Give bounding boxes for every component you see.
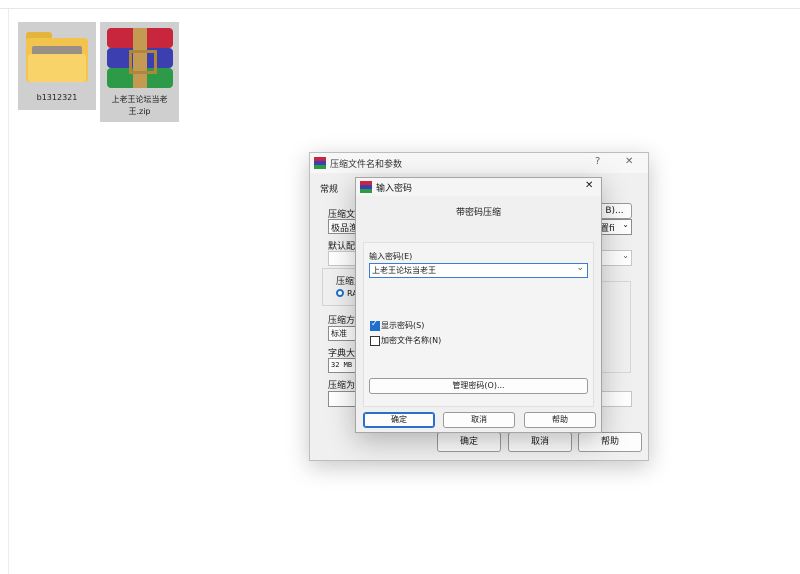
folder-name: b1312321 [36,93,78,102]
archive-window-title: 压缩文件名和参数 [330,160,403,170]
help-icon[interactable]: ? [595,156,600,167]
winrar-icon [360,181,372,193]
chevron-down-icon: ⌄ [622,220,629,229]
password-heading: 带密码压缩 [455,208,501,218]
password-dialog: 输入密码 ✕ 带密码压缩 输入密码(E) 上老王论坛当老王 ⌄ ✓ 显示密码(S… [355,177,602,433]
update-mode-select[interactable]: ⌄ [597,250,632,266]
password-dialog-title: 输入密码 [376,184,413,194]
label-method: 压缩方 [328,316,356,326]
show-password-checkbox[interactable]: ✓ [370,319,380,331]
password-help-label: 帮助 [552,415,568,424]
password-ok-label: 确定 [391,415,407,424]
tab-general[interactable]: 常规 [320,182,338,195]
manage-passwords-label: 管理密码(O)... [452,381,505,390]
folder-item[interactable]: b1312321 [18,22,96,110]
dictionary-value: 32 MB [331,361,353,369]
top-border [0,8,800,9]
left-border [8,9,9,574]
close-icon[interactable]: ✕ [625,156,633,167]
password-help-button[interactable]: 帮助 [524,412,596,428]
folder-icon [26,32,88,82]
browse-button[interactable]: B)... [597,203,632,219]
close-icon[interactable]: ✕ [585,180,593,191]
winrar-icon [314,157,326,169]
split-unit-select[interactable] [597,391,632,407]
archive-window-titlebar: 压缩文件名和参数 ? ✕ [310,153,648,173]
label-split: 压缩为 [328,381,356,391]
show-password-label: 显示密码(S) [381,321,425,330]
profile-select-value: 置fi [600,224,615,234]
checkmark-icon: ✓ [371,319,378,328]
archive-ok-button[interactable]: 确定 [437,432,501,452]
password-value: 上老王论坛当老王 [372,266,436,275]
password-input[interactable]: 上老王论坛当老王 ⌄ [369,263,588,278]
archive-name-value: 极品渔 [331,224,359,234]
method-value: 标准 [331,329,347,338]
archive-cancel-label: 取消 [530,437,549,447]
password-ok-button[interactable]: 确定 [363,412,435,428]
rar-radio[interactable] [336,289,344,297]
password-cancel-button[interactable]: 取消 [443,412,515,428]
password-dialog-titlebar: 输入密码 ✕ [356,178,601,196]
options-panel [597,281,631,373]
archive-ok-label: 确定 [459,437,478,447]
archive-cancel-button[interactable]: 取消 [508,432,572,452]
manage-passwords-button[interactable]: 管理密码(O)... [369,378,588,394]
zip-name-line2: 王.zip [128,107,151,116]
password-cancel-label: 取消 [471,415,487,424]
archive-help-button[interactable]: 帮助 [578,432,642,452]
label-password: 输入密码(E) [369,252,413,261]
winrar-archive-icon [107,28,173,88]
archive-help-label: 帮助 [600,437,619,447]
profile-select[interactable]: 置fi ⌄ [597,219,632,235]
chevron-down-icon: ⌄ [622,251,629,260]
encrypt-names-label: 加密文件名称(N) [381,336,442,345]
zip-file-item[interactable]: 上老王论坛当老 王.zip [100,22,179,122]
chevron-down-icon[interactable]: ⌄ [576,263,584,273]
browse-button-label: B)... [605,206,624,216]
encrypt-names-checkbox[interactable] [370,336,380,346]
zip-name-line1: 上老王论坛当老 [111,95,168,104]
